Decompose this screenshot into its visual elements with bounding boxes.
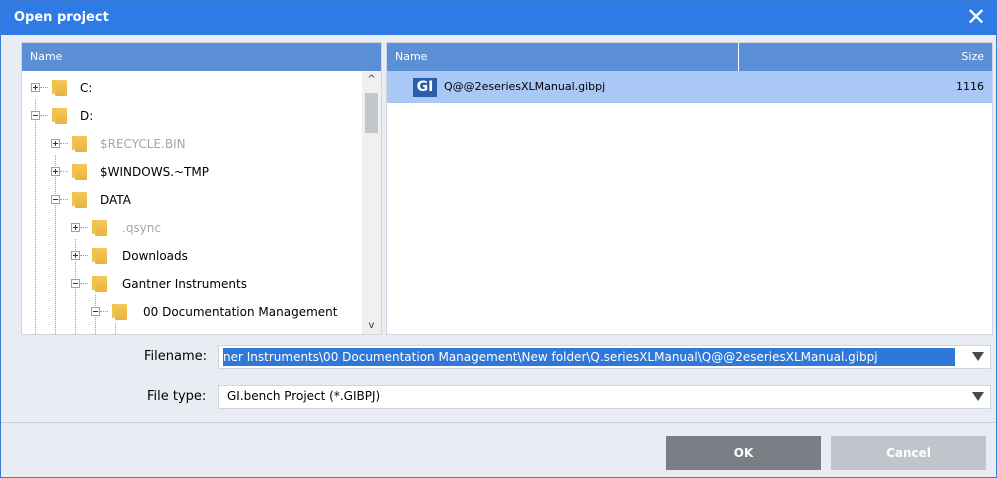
tree-connector	[80, 255, 88, 256]
tree-item-label: Downloads	[122, 249, 188, 263]
folder-icon	[92, 248, 107, 264]
tree-item-windows-tmp[interactable]: $WINDOWS.~TMP	[22, 158, 362, 186]
tree-item-label: C:	[80, 81, 93, 95]
scrollbar-thumb[interactable]	[365, 93, 378, 133]
tree-item-label: $WINDOWS.~TMP	[100, 165, 209, 179]
file-type-label: File type:	[147, 389, 207, 404]
collapse-minus-icon[interactable]	[71, 279, 80, 288]
tree-item-label: DATA	[100, 193, 131, 207]
expand-plus-icon[interactable]	[71, 223, 80, 232]
file-name: Q@@2eseriesXLManual.gibpj	[444, 80, 606, 93]
tree-item-label: Gantner Instruments	[122, 277, 247, 291]
tree-item-gantner-instruments[interactable]: Gantner Instruments	[22, 270, 362, 298]
open-project-dialog: Open project ✕ Name C: D: $RECYCLE.BIN $…	[0, 0, 997, 478]
folder-icon	[52, 108, 67, 124]
tree-item-label: 00 Documentation Management	[143, 305, 338, 319]
filename-input[interactable]: ner Instruments\00 Documentation Managem…	[223, 348, 955, 366]
file-type-value: GI.bench Project (*.GIBPJ)	[227, 389, 381, 403]
tree-connector	[60, 171, 68, 172]
folder-icon	[92, 220, 107, 236]
file-column-header-name[interactable]: Name	[387, 43, 739, 71]
tree-column-header-name[interactable]: Name	[22, 43, 362, 71]
folder-icon	[72, 164, 87, 180]
tree-item-data[interactable]: DATA	[22, 186, 362, 214]
folder-icon	[72, 136, 87, 152]
tree-item-qsync[interactable]: .qsync	[22, 214, 362, 242]
tree-item-downloads[interactable]: Downloads	[22, 242, 362, 270]
folder-icon	[52, 80, 67, 96]
folder-icon	[112, 304, 127, 320]
dropdown-arrow-icon[interactable]	[972, 352, 984, 361]
cancel-button[interactable]: Cancel	[831, 436, 986, 470]
tree-item-recycle-bin[interactable]: $RECYCLE.BIN	[22, 130, 362, 158]
filename-value: ner Instruments\00 Documentation Managem…	[223, 350, 878, 364]
tree-item-d-drive[interactable]: D:	[22, 102, 362, 130]
tree-item-label: .qsync	[122, 221, 161, 235]
tree-connector	[40, 115, 48, 116]
scroll-up-arrow-icon[interactable]: ^	[362, 71, 381, 88]
tree-header-filler	[362, 43, 381, 71]
tree-connector	[80, 283, 88, 284]
file-list-panel: Name Size GI Q@@2eseriesXLManual.gibpj 1…	[386, 42, 993, 335]
filename-combobox[interactable]: ner Instruments\00 Documentation Managem…	[218, 345, 991, 369]
tree-connector	[80, 227, 88, 228]
tree-item-label: $RECYCLE.BIN	[100, 137, 186, 151]
tree-connector	[60, 199, 68, 200]
expand-plus-icon[interactable]	[71, 251, 80, 260]
tree-vertical-scrollbar[interactable]: ^ v	[362, 71, 381, 334]
tree-connector	[40, 87, 48, 88]
folder-icon	[72, 192, 87, 208]
dialog-title: Open project	[14, 10, 109, 25]
filename-label: Filename:	[144, 349, 208, 364]
expand-plus-icon[interactable]	[31, 83, 40, 92]
gi-project-file-icon: GI	[413, 78, 437, 97]
folder-icon	[92, 276, 107, 292]
folder-tree-panel: Name C: D: $RECYCLE.BIN $WINDOWS.~TMP DA…	[21, 42, 382, 335]
title-bar: Open project ✕	[1, 1, 996, 35]
collapse-minus-icon[interactable]	[31, 111, 40, 120]
file-type-select[interactable]: GI.bench Project (*.GIBPJ)	[218, 385, 991, 409]
tree-item-documentation-management[interactable]: 00 Documentation Management	[22, 298, 362, 326]
collapse-minus-icon[interactable]	[51, 195, 60, 204]
file-size: 1116	[956, 80, 984, 93]
expand-plus-icon[interactable]	[51, 139, 60, 148]
footer-divider	[1, 422, 996, 423]
file-row[interactable]: GI Q@@2eseriesXLManual.gibpj 1116	[387, 71, 992, 103]
expand-plus-icon[interactable]	[51, 167, 60, 176]
tree-connector	[60, 143, 68, 144]
close-icon[interactable]: ✕	[962, 3, 990, 31]
dropdown-arrow-icon[interactable]	[972, 392, 984, 401]
tree-item-label: D:	[80, 109, 94, 123]
tree-item-c-drive[interactable]: C:	[22, 74, 362, 102]
collapse-minus-icon[interactable]	[91, 307, 100, 316]
ok-button[interactable]: OK	[666, 436, 821, 470]
tree-connector	[100, 311, 108, 312]
file-column-header-size[interactable]: Size	[739, 43, 992, 71]
scroll-down-arrow-icon[interactable]: v	[362, 317, 381, 334]
